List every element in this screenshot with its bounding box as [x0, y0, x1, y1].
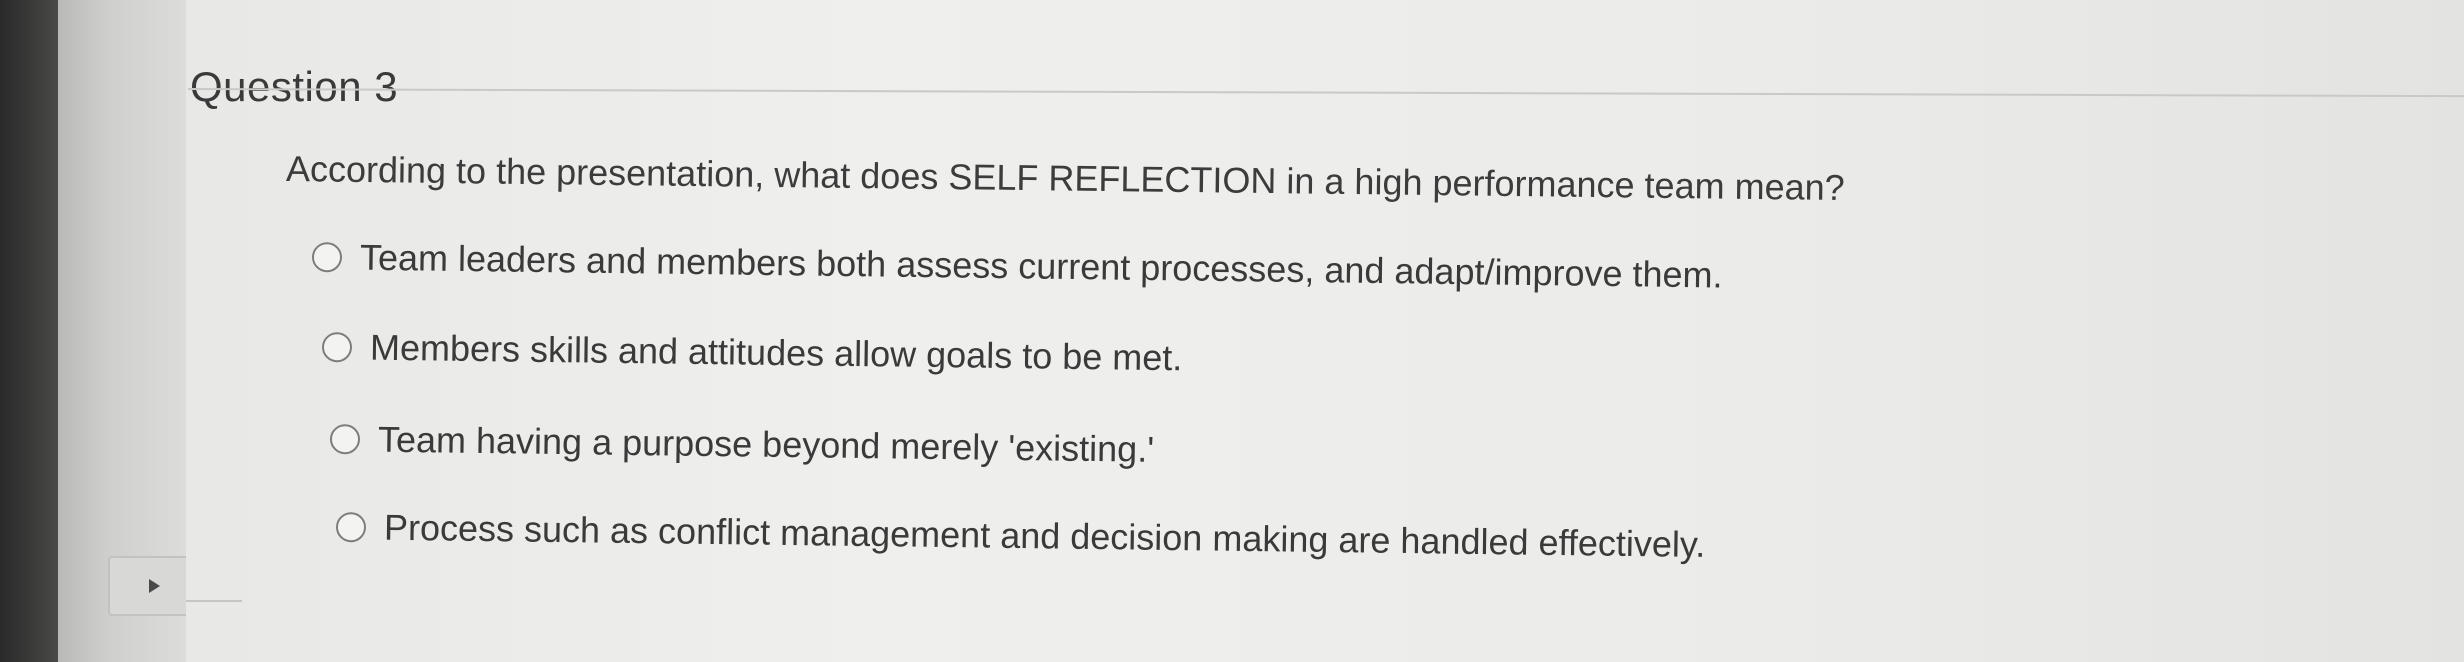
radio-unselected-icon[interactable]: [321, 332, 353, 363]
radio-unselected-icon[interactable]: [311, 242, 343, 273]
expand-toggle-button[interactable]: [108, 556, 186, 616]
screen-bezel: [0, 0, 58, 662]
play-triangle-icon: [148, 579, 160, 593]
tab-divider: [186, 600, 242, 602]
radio-unselected-icon[interactable]: [329, 424, 361, 455]
radio-unselected-icon[interactable]: [335, 512, 367, 543]
question-title: Question 3: [190, 62, 399, 110]
